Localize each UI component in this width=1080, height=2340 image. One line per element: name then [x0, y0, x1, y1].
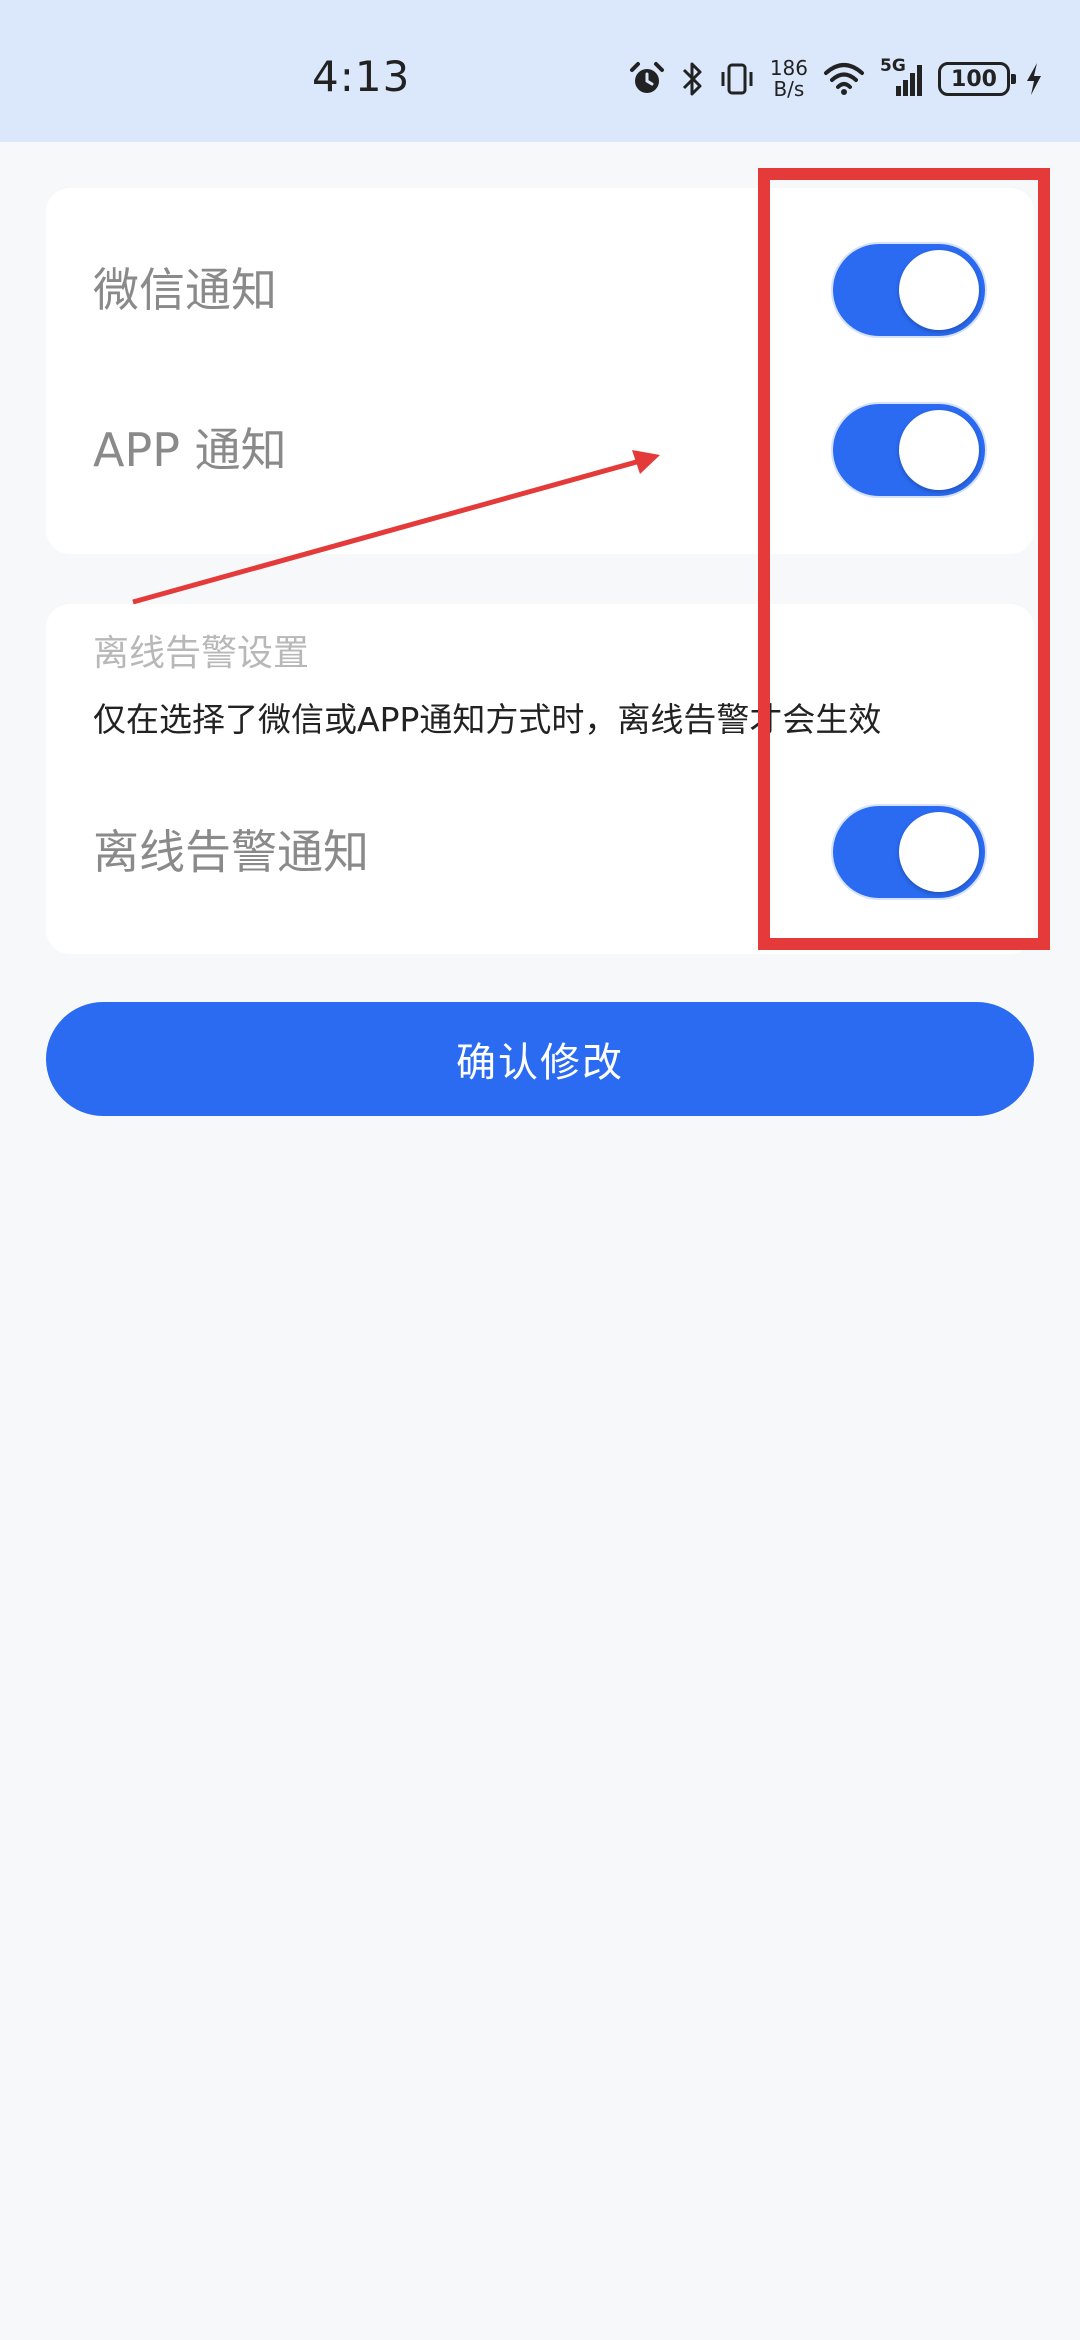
- charging-icon: [1024, 60, 1044, 98]
- net-speed-unit: B/s: [773, 77, 805, 101]
- offline-alarm-notify-toggle[interactable]: [833, 806, 985, 898]
- status-time: 4:13: [312, 52, 411, 101]
- bluetooth-icon: [680, 60, 704, 98]
- vibrate-icon: [718, 60, 756, 98]
- wifi-icon: [822, 61, 866, 97]
- offline-alarm-notify-label: 离线告警通知: [93, 825, 369, 879]
- offline-alarm-card: 离线告警设置 仅在选择了微信或APP通知方式时，离线告警才会生效 离线告警通知: [46, 604, 1034, 954]
- net-speed-value: 186: [769, 56, 808, 80]
- network-type: 5G: [880, 56, 906, 76]
- status-icons: 186 B/s 5G 100: [628, 56, 1044, 102]
- confirm-button[interactable]: 确认修改: [46, 1002, 1034, 1116]
- status-bar: 4:13 186 B/s 5G 100: [0, 0, 1080, 142]
- alarm-icon: [628, 60, 666, 98]
- toggle-knob: [899, 410, 979, 490]
- toggle-knob: [899, 250, 979, 330]
- wechat-notify-toggle[interactable]: [833, 244, 985, 336]
- notify-card: 微信通知 APP 通知: [46, 188, 1034, 554]
- offline-alarm-hint: 仅在选择了微信或APP通知方式时，离线告警才会生效: [93, 700, 882, 739]
- net-speed: 186 B/s: [770, 58, 808, 100]
- wechat-notify-label: 微信通知: [93, 263, 277, 317]
- app-notify-label: APP 通知: [93, 423, 287, 477]
- app-notify-toggle[interactable]: [833, 404, 985, 496]
- signal-icon: 5G: [880, 56, 924, 98]
- offline-alarm-section-title: 离线告警设置: [93, 633, 310, 674]
- battery-icon: 100: [938, 62, 1016, 96]
- toggle-knob: [899, 812, 979, 892]
